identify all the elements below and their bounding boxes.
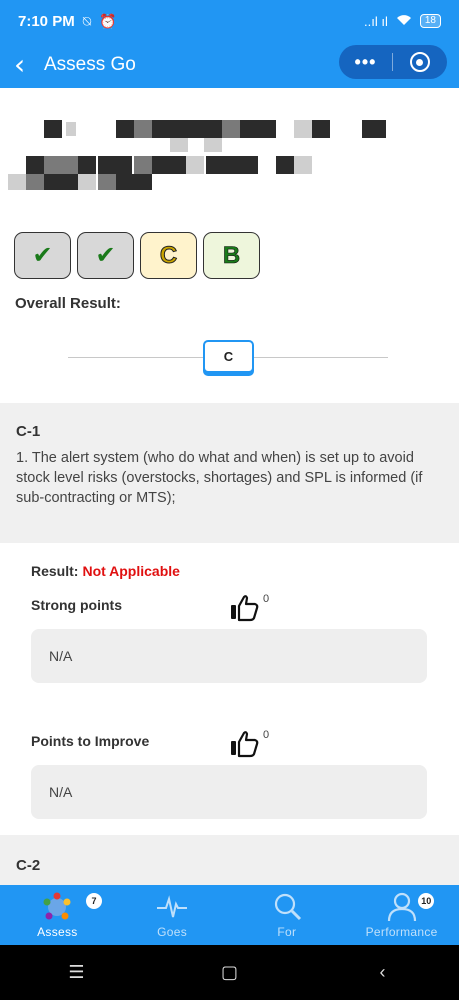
improve-points-like-button[interactable]: 0: [229, 729, 269, 759]
question-section: C-1 1. The alert system (who do what and…: [0, 403, 459, 543]
app-bar: ‹ Assess Go •••: [0, 42, 459, 88]
improve-points-header: Points to Improve 0: [31, 729, 428, 765]
tab-assess[interactable]: 7 Assess: [0, 885, 115, 945]
overall-result-value: C: [203, 340, 254, 373]
strong-points-note: N/A: [31, 629, 427, 683]
signal-icon: ..ıl ıl: [364, 13, 388, 29]
person-icon: [385, 891, 419, 923]
tab-goes[interactable]: Goes: [115, 885, 230, 945]
grade-badge[interactable]: C: [140, 232, 197, 279]
question-text: 1. The alert system (who do what and whe…: [16, 450, 423, 506]
next-question-id: C-2: [16, 857, 41, 874]
main-content: ✔ ✔ C B Overall Result: C C-1 1. The ale…: [0, 88, 459, 885]
tab-goes-label: Goes: [157, 925, 188, 939]
improve-points-title: Points to Improve: [31, 733, 150, 749]
system-nav-bar: ☰ ▢ ‹: [0, 945, 459, 1000]
thumbs-up-icon: [231, 731, 259, 758]
pulse-icon: [155, 891, 189, 923]
wifi-icon: [396, 14, 412, 29]
status-left-icons: ⍉ ⏰: [82, 12, 119, 29]
battery-icon: 18: [419, 14, 441, 28]
question-id: C-1: [16, 423, 41, 440]
home-icon[interactable]: ▢: [200, 962, 260, 983]
strong-points-like-count: 0: [263, 593, 270, 605]
assess-badge: 7: [86, 893, 102, 909]
search-icon: [270, 891, 304, 923]
tab-bar: 7 Assess Goes For 10 Performance: [0, 885, 459, 945]
result-section: Result: Not Applicable Strong points 0 N/…: [0, 543, 459, 819]
tab-for[interactable]: For: [230, 885, 345, 945]
improve-points-note: N/A: [31, 765, 427, 819]
more-button[interactable]: •••: [339, 52, 392, 73]
status-bar: 7:10 PM ⍉ ⏰ ..ıl ıl 18: [0, 0, 459, 42]
tab-performance-label: Performance: [365, 925, 438, 939]
grade-badge[interactable]: ✔: [77, 232, 134, 279]
strong-points-like-button[interactable]: 0: [229, 593, 269, 623]
mini-program-capsule: •••: [339, 45, 447, 79]
grade-badge[interactable]: B: [203, 232, 260, 279]
tab-for-label: For: [277, 925, 297, 939]
status-time: 7:10 PM: [18, 12, 75, 30]
thumbs-up-icon: [231, 595, 259, 622]
result-value: Not Applicable: [82, 563, 180, 579]
strong-points-header: Strong points 0: [31, 593, 428, 629]
back-nav-icon[interactable]: ‹: [353, 962, 413, 983]
grade-badges: ✔ ✔ C B: [14, 232, 260, 279]
performance-badge: 10: [418, 893, 435, 909]
tab-performance[interactable]: 10 Performance: [344, 885, 459, 945]
result-label: Result:: [31, 563, 79, 579]
strong-points-title: Strong points: [31, 597, 122, 613]
overall-result-label: Overall Result:: [15, 295, 121, 312]
grade-badge[interactable]: ✔: [14, 232, 71, 279]
improve-points-like-count: 0: [263, 729, 270, 741]
tab-assess-label: Assess: [37, 925, 78, 939]
close-program-button[interactable]: [393, 52, 446, 72]
next-question-section: C-2: [0, 835, 459, 885]
assess-icon: [40, 891, 74, 923]
back-icon[interactable]: ‹: [14, 51, 36, 79]
result-line: Result: Not Applicable: [31, 563, 428, 579]
page-title: Assess Go: [44, 54, 136, 75]
menu-icon[interactable]: ☰: [47, 962, 107, 983]
target-icon: [409, 52, 430, 72]
